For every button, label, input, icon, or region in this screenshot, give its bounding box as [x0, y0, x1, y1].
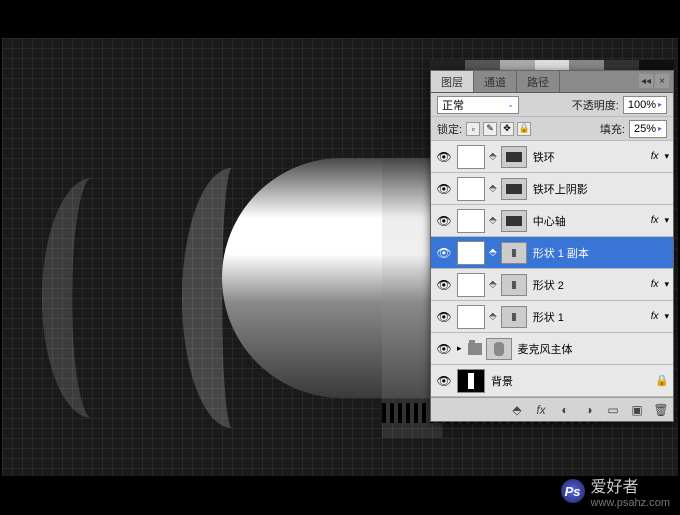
fx-badge[interactable]: fx	[651, 215, 659, 226]
layer-thumb[interactable]	[457, 305, 485, 329]
tab-paths[interactable]: 路径	[517, 71, 560, 92]
fx-badge[interactable]: fx	[651, 151, 659, 162]
lock-paint-icon[interactable]: ✎	[483, 122, 497, 136]
fill-label: 填充:	[600, 121, 625, 137]
layer-row[interactable]: 👁 ⬘ 形状 2 fx ▾	[431, 269, 673, 301]
fill-input[interactable]: 25% ▸	[629, 120, 667, 138]
panel-tabs: 图层 通道 路径 ◂◂ ×	[431, 71, 673, 93]
trash-icon[interactable]: 🗑	[653, 403, 669, 417]
layer-thumb[interactable]	[457, 241, 485, 265]
layer-row[interactable]: 👁 ⬘ 形状 1 fx ▾	[431, 301, 673, 333]
layer-mask[interactable]	[501, 274, 527, 296]
chevron-right-icon: ▸	[658, 124, 662, 133]
layer-thumb[interactable]	[457, 145, 485, 169]
lock-icon: 🔒	[655, 374, 669, 387]
layer-row[interactable]: 👁 ⬘ 中心轴 fx ▾	[431, 205, 673, 237]
link-icon[interactable]: ⬘	[489, 311, 497, 322]
mask-icon[interactable]: ◐	[557, 403, 573, 417]
watermark-logo: Ps	[561, 479, 585, 503]
folder-icon	[468, 343, 482, 355]
visibility-icon[interactable]: 👁	[435, 212, 453, 230]
collapse-icon[interactable]: ◂◂	[639, 74, 653, 88]
link-icon[interactable]: ⬘	[489, 279, 497, 290]
tab-layers[interactable]: 图层	[431, 71, 474, 92]
layer-mask[interactable]	[501, 178, 527, 200]
link-icon[interactable]: ⬘	[489, 151, 497, 162]
layer-mask[interactable]	[501, 306, 527, 328]
layer-row[interactable]: 👁 ⬘ 铁环 fx ▾	[431, 141, 673, 173]
visibility-icon[interactable]: 👁	[435, 244, 453, 262]
fx-expand-icon[interactable]: ▾	[664, 279, 669, 290]
fx-expand-icon[interactable]: ▾	[664, 215, 669, 226]
shape-arc-1	[42, 178, 142, 418]
fx-expand-icon[interactable]: ▾	[664, 151, 669, 162]
layer-row[interactable]: 👁 ⬘ 铁环上阴影	[431, 173, 673, 205]
watermark-title: 爱好者	[591, 473, 670, 497]
fx-icon[interactable]: fx	[533, 403, 549, 417]
fx-expand-icon[interactable]: ▾	[664, 311, 669, 322]
blend-mode-dropdown[interactable]: 正常 ⌄	[437, 96, 519, 114]
fill-value: 25%	[634, 123, 656, 135]
panel-window-controls: ◂◂ ×	[635, 71, 673, 92]
link-icon[interactable]: ⬘	[489, 247, 497, 258]
chevron-right-icon: ▸	[658, 100, 662, 109]
minimap-strip	[430, 60, 674, 70]
layers-panel: 图层 通道 路径 ◂◂ × 正常 ⌄ 不透明度: 100% ▸ 锁定: ▫ ✎ …	[430, 70, 674, 422]
layer-mask[interactable]	[486, 338, 512, 360]
layer-name[interactable]: 中心轴	[531, 213, 647, 229]
opacity-input[interactable]: 100% ▸	[623, 96, 667, 114]
layer-name[interactable]: 背景	[489, 373, 651, 389]
blend-mode-value: 正常	[442, 97, 464, 113]
close-icon[interactable]: ×	[655, 74, 669, 88]
layer-group-row[interactable]: 👁 ▸ 麦克风主体	[431, 333, 673, 365]
layer-name[interactable]: 形状 1 副本	[531, 245, 669, 261]
layer-list: 👁 ⬘ 铁环 fx ▾ 👁 ⬘ 铁环上阴影 👁 ⬘ 中心轴 fx ▾ 👁	[431, 141, 673, 397]
layer-mask[interactable]	[501, 242, 527, 264]
link-layers-icon[interactable]: ⬘	[509, 403, 525, 417]
new-layer-icon[interactable]: ▣	[629, 403, 645, 417]
layer-row[interactable]: 👁 ⬘ 形状 1 副本	[431, 237, 673, 269]
visibility-icon[interactable]: 👁	[435, 148, 453, 166]
layer-name[interactable]: 形状 2	[531, 277, 647, 293]
layer-mask[interactable]	[501, 146, 527, 168]
visibility-icon[interactable]: 👁	[435, 276, 453, 294]
layer-row-background[interactable]: 👁 背景 🔒	[431, 365, 673, 397]
adjustment-icon[interactable]: ◑	[581, 403, 597, 417]
layer-thumb[interactable]	[457, 177, 485, 201]
layer-name[interactable]: 形状 1	[531, 309, 647, 325]
watermark: Ps 爱好者 www.psahz.com	[561, 473, 670, 509]
panel-footer: ⬘ fx ◐ ◑ ▭ ▣ 🗑	[431, 397, 673, 421]
visibility-icon[interactable]: 👁	[435, 180, 453, 198]
link-icon[interactable]: ⬘	[489, 215, 497, 226]
lock-icons: ▫ ✎ ✥ 🔒	[466, 122, 531, 136]
lock-transparency-icon[interactable]: ▫	[466, 122, 480, 136]
layer-name[interactable]: 铁环	[531, 149, 647, 165]
layer-thumb[interactable]	[457, 369, 485, 393]
watermark-url: www.psahz.com	[591, 497, 670, 509]
link-icon[interactable]: ⬘	[489, 183, 497, 194]
layer-thumb[interactable]	[457, 209, 485, 233]
fx-badge[interactable]: fx	[651, 279, 659, 290]
chevron-down-icon: ⌄	[507, 100, 514, 109]
lock-all-icon[interactable]: 🔒	[517, 122, 531, 136]
lock-position-icon[interactable]: ✥	[500, 122, 514, 136]
layer-thumb[interactable]	[457, 273, 485, 297]
layer-name[interactable]: 铁环上阴影	[531, 181, 669, 197]
opacity-label: 不透明度:	[572, 97, 619, 113]
lock-label: 锁定:	[437, 121, 462, 137]
new-group-icon[interactable]: ▭	[605, 403, 621, 417]
visibility-icon[interactable]: 👁	[435, 372, 453, 390]
layer-name[interactable]: 麦克风主体	[516, 341, 669, 357]
blend-row: 正常 ⌄ 不透明度: 100% ▸	[431, 93, 673, 117]
tab-channels[interactable]: 通道	[474, 71, 517, 92]
group-expand-icon[interactable]: ▸	[457, 343, 462, 354]
fx-badge[interactable]: fx	[651, 311, 659, 322]
visibility-icon[interactable]: 👁	[435, 340, 453, 358]
visibility-icon[interactable]: 👁	[435, 308, 453, 326]
opacity-value: 100%	[628, 99, 656, 111]
lock-row: 锁定: ▫ ✎ ✥ 🔒 填充: 25% ▸	[431, 117, 673, 141]
layer-mask[interactable]	[501, 210, 527, 232]
